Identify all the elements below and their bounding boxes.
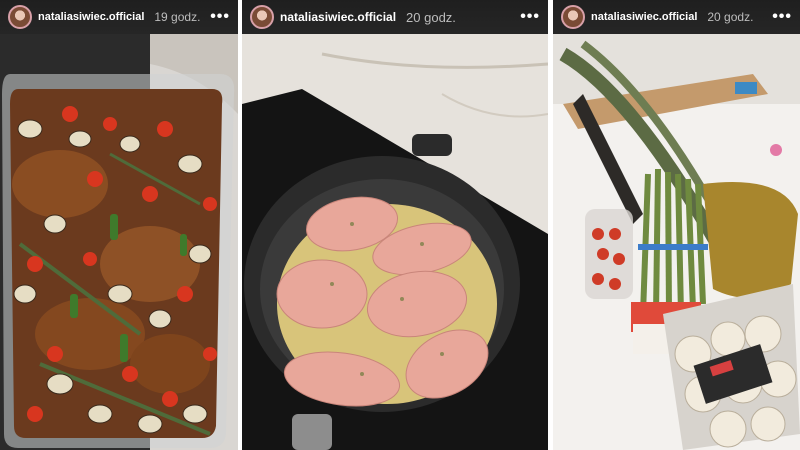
timestamp: 19 godz. (154, 10, 201, 24)
story-panel-1[interactable]: nataliasiwiec.official 19 godz. ••• (0, 0, 238, 450)
username[interactable]: nataliasiwiec.official (591, 11, 697, 23)
story-photo (0, 34, 238, 450)
username[interactable]: nataliasiwiec.official (280, 10, 396, 24)
timestamp: 20 godz. (406, 9, 456, 25)
story-photo (553, 34, 800, 450)
more-options-icon[interactable]: ••• (210, 9, 230, 25)
story-header: nataliasiwiec.official 20 godz. ••• (553, 0, 800, 34)
avatar[interactable] (250, 5, 274, 29)
story-panel-3[interactable]: nataliasiwiec.official 20 godz. ••• (553, 0, 800, 450)
story-photo (242, 34, 548, 450)
more-options-icon[interactable]: ••• (772, 9, 792, 25)
more-options-icon[interactable]: ••• (520, 9, 540, 25)
avatar[interactable] (8, 5, 32, 29)
timestamp: 20 godz. (707, 10, 754, 24)
username[interactable]: nataliasiwiec.official (38, 11, 144, 23)
avatar[interactable] (561, 5, 585, 29)
story-header: nataliasiwiec.official 19 godz. ••• (0, 0, 238, 34)
story-header: nataliasiwiec.official 20 godz. ••• (242, 0, 548, 34)
story-panel-2[interactable]: nataliasiwiec.official 20 godz. ••• (242, 0, 548, 450)
